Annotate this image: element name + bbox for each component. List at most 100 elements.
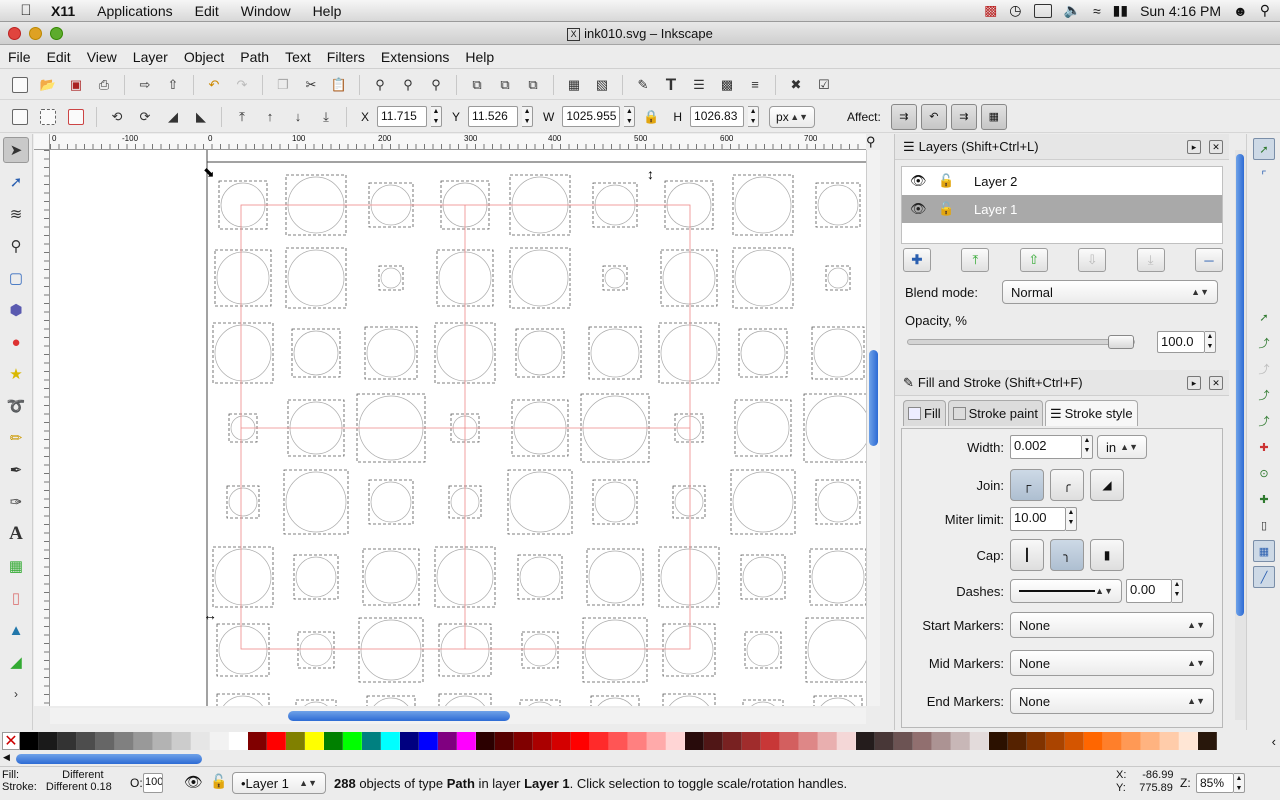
no-paint-swatch[interactable]: ✕ — [2, 732, 20, 750]
snap-bbox-icon[interactable]: ⌜ — [1253, 164, 1275, 186]
menu-x11[interactable]: X11 — [40, 3, 86, 19]
color-swatch[interactable] — [780, 732, 799, 750]
circle-path[interactable] — [511, 249, 569, 307]
spiral-tool-icon[interactable]: ➰ — [3, 393, 29, 419]
color-swatch[interactable] — [552, 732, 571, 750]
width-unit-select[interactable]: in ▲▼ — [1097, 435, 1147, 459]
affect-gradient-button[interactable]: ⇉ — [950, 103, 977, 130]
layer-visibility-icon[interactable]: 👁 — [184, 773, 203, 791]
color-swatch[interactable] — [1084, 732, 1103, 750]
miter-join-button[interactable]: ┌ — [1010, 469, 1044, 501]
affect-stroke-button[interactable]: ⇉ — [890, 103, 917, 130]
copy-icon[interactable]: ❐ — [271, 74, 295, 96]
circle-path[interactable] — [366, 328, 416, 378]
circle-path[interactable] — [380, 267, 402, 289]
layer-row[interactable]: 👁 🔓 Layer 2 — [902, 167, 1222, 195]
menu-layer[interactable]: Layer — [125, 49, 176, 65]
layer-name[interactable]: Layer 1 — [974, 202, 1017, 217]
dock-scroll-thumb[interactable] — [1236, 154, 1244, 616]
snap-cusp-nodes-icon[interactable]: ⤴ — [1253, 384, 1275, 406]
menu-applications[interactable]: Applications — [86, 3, 184, 19]
deselect-icon[interactable] — [64, 106, 88, 128]
star-tool-icon[interactable]: ★ — [3, 361, 29, 387]
color-swatch[interactable] — [381, 732, 400, 750]
fill-stroke-collapse-button[interactable]: ▸ — [1187, 375, 1201, 390]
fill-stroke-dialog-icon[interactable]: ✎ — [631, 74, 655, 96]
lower-layer-icon[interactable]: ⇩ — [1078, 248, 1107, 272]
circle-path[interactable] — [522, 701, 558, 706]
user-icon[interactable]: ☻ — [1233, 3, 1248, 19]
color-swatch[interactable] — [191, 732, 210, 750]
zoom-spinner[interactable]: ▲ ▼ — [1234, 773, 1245, 793]
circle-path[interactable] — [584, 619, 646, 681]
circle-path[interactable] — [287, 249, 345, 307]
circle-path[interactable] — [740, 330, 786, 376]
circle-path[interactable] — [736, 401, 790, 455]
pen-tool-icon[interactable]: ✒ — [3, 457, 29, 483]
tray-app-icon[interactable]: ▩ — [984, 2, 997, 19]
color-swatch[interactable] — [932, 732, 951, 750]
snap-grid-icon[interactable]: ▦ — [1253, 540, 1275, 562]
tab-stroke-style[interactable]: ☰ Stroke style — [1044, 400, 1138, 426]
snap-smooth-nodes-icon[interactable]: ⤴ — [1253, 410, 1275, 432]
color-swatch[interactable] — [1008, 732, 1027, 750]
lock-proportions-icon[interactable]: 🔒 — [639, 106, 663, 128]
circle-path[interactable] — [805, 395, 866, 461]
circle-path[interactable] — [285, 471, 347, 533]
color-swatch[interactable] — [343, 732, 362, 750]
circle-path[interactable] — [370, 481, 412, 523]
menu-filters[interactable]: Filters — [319, 49, 373, 65]
circle-path[interactable] — [817, 184, 859, 226]
import-icon[interactable]: ⇨ — [133, 74, 157, 96]
circle-path[interactable] — [214, 548, 272, 606]
circle-path[interactable] — [734, 249, 792, 307]
zoom-window-button[interactable] — [50, 27, 63, 40]
raise-layer-icon[interactable]: ⇧ — [1019, 248, 1048, 272]
dash-offset-spinner[interactable]: ▲ ▼ — [1172, 579, 1183, 603]
color-swatch[interactable] — [419, 732, 438, 750]
color-swatch[interactable] — [970, 732, 989, 750]
volume-icon[interactable]: 🔈 — [1064, 2, 1081, 19]
mid-markers-select[interactable]: None ▲▼ — [1010, 650, 1214, 676]
raise-layer-top-icon[interactable]: ⤒ — [961, 248, 990, 272]
circle-path[interactable] — [369, 697, 413, 706]
end-markers-select[interactable]: None ▲▼ — [1010, 688, 1214, 714]
close-window-button[interactable] — [8, 27, 21, 40]
color-swatch[interactable] — [951, 732, 970, 750]
remove-layer-icon[interactable]: ─ — [1194, 248, 1223, 272]
dash-offset-field[interactable]: 0.00 — [1126, 579, 1172, 603]
square-cap-button[interactable]: ▮ — [1090, 539, 1124, 571]
circle-path[interactable] — [509, 471, 571, 533]
palette-scroll-left-icon[interactable]: ◀ — [3, 752, 10, 763]
opacity-slider-knob[interactable] — [1108, 335, 1134, 349]
color-swatch[interactable] — [1122, 732, 1141, 750]
undo-icon[interactable]: ↶ — [202, 74, 226, 96]
scale-handle-top[interactable]: ↕ — [647, 166, 654, 182]
fill-stroke-close-button[interactable]: ✕ — [1209, 375, 1223, 390]
unlink-clone-icon[interactable]: ⧉ — [521, 74, 545, 96]
color-swatch[interactable] — [1046, 732, 1065, 750]
align-dialog-icon[interactable]: ≡ — [743, 74, 767, 96]
cut-icon[interactable]: ✂ — [299, 74, 323, 96]
palette-menu-icon[interactable]: ‹ — [1272, 734, 1280, 749]
scale-handle-left[interactable]: ↔ — [203, 607, 217, 623]
redo-icon[interactable]: ↷ — [230, 74, 254, 96]
zoom-page-icon[interactable]: ⚲ — [424, 74, 448, 96]
unit-select[interactable]: px ▲▼ — [769, 105, 816, 128]
spray-tool-icon[interactable]: ▦ — [3, 553, 29, 579]
color-swatch[interactable] — [628, 732, 647, 750]
color-swatch[interactable] — [210, 732, 229, 750]
circle-path[interactable] — [593, 697, 637, 706]
circle-path[interactable] — [660, 324, 718, 382]
text-tool-icon[interactable]: A — [3, 521, 29, 547]
circle-path[interactable] — [807, 619, 866, 681]
menu-file[interactable]: File — [0, 49, 39, 65]
circle-path[interactable] — [811, 550, 865, 604]
circle-path[interactable] — [594, 481, 636, 523]
lock-icon[interactable]: 🔓 — [938, 201, 974, 217]
gradient-tool-icon[interactable]: ◢ — [3, 649, 29, 675]
circle-path[interactable] — [590, 328, 640, 378]
color-swatch[interactable] — [172, 732, 191, 750]
color-swatch[interactable] — [1198, 732, 1217, 750]
circle-path[interactable] — [293, 330, 339, 376]
